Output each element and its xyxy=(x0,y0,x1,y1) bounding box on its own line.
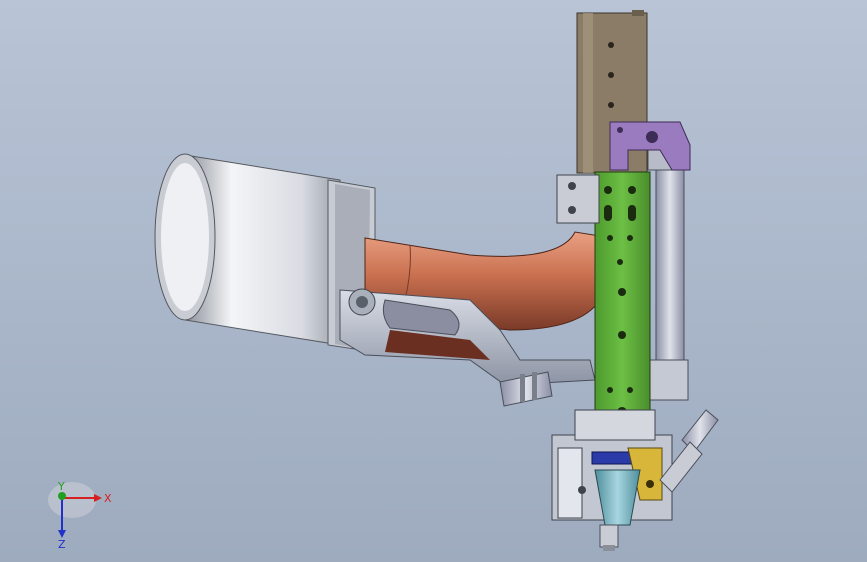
side-block[interactable] xyxy=(556,174,600,224)
welding-gun-model[interactable] xyxy=(0,0,867,562)
guide-cylinder[interactable] xyxy=(647,149,689,401)
x-axis-arrowhead xyxy=(94,494,102,502)
y-axis-label: Y xyxy=(57,480,65,493)
cad-viewport[interactable]: X Y Z xyxy=(0,0,867,562)
z-axis-label: Z xyxy=(58,538,66,548)
green-mounting-plate[interactable] xyxy=(594,171,651,443)
x-axis-label: X xyxy=(104,492,112,505)
y-axis-dot xyxy=(58,492,66,500)
z-axis-arrowhead xyxy=(58,530,66,538)
coordinate-triad: X Y Z xyxy=(48,480,112,548)
